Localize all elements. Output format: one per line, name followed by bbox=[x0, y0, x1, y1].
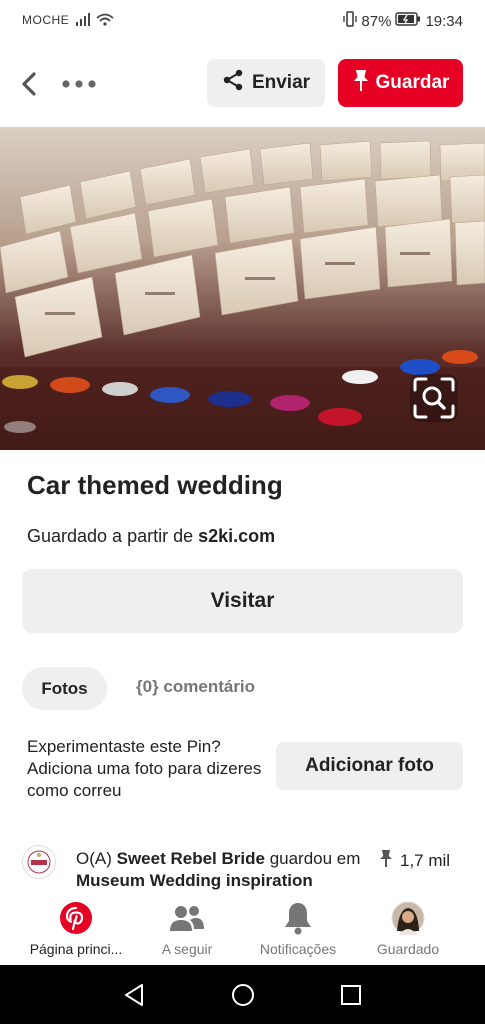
visit-button[interactable]: Visitar bbox=[22, 569, 463, 633]
add-photo-button[interactable]: Adicionar foto bbox=[276, 742, 463, 790]
saved-by-info: O(A) Sweet Rebel Bride guardou em Museum… bbox=[76, 848, 376, 892]
saver-avatar[interactable] bbox=[22, 845, 56, 879]
visual-search-icon[interactable] bbox=[410, 374, 458, 422]
system-home-icon[interactable] bbox=[230, 982, 256, 1008]
pin-source-link[interactable]: s2ki.com bbox=[198, 526, 275, 546]
pinterest-logo-icon bbox=[59, 899, 93, 937]
nav-saved-label: Guardado bbox=[376, 941, 440, 957]
nav-home-label: Página princi... bbox=[29, 941, 123, 957]
save-count: 1,7 mil bbox=[378, 848, 450, 873]
nav-notifications-label: Notificações bbox=[259, 941, 337, 957]
bell-icon bbox=[284, 899, 312, 937]
profile-avatar bbox=[391, 899, 425, 937]
system-navigation-bar bbox=[0, 965, 485, 1024]
saved-by-middle: guardou em bbox=[269, 849, 361, 868]
pin-source-prefix: Guardado a partir de bbox=[27, 526, 194, 546]
signal-icon bbox=[75, 12, 115, 31]
nav-following[interactable]: A seguir bbox=[127, 893, 247, 965]
nav-following-label: A seguir bbox=[161, 941, 213, 957]
more-options-icon[interactable] bbox=[60, 70, 98, 98]
pushpin-icon bbox=[352, 68, 370, 98]
system-recents-icon[interactable] bbox=[338, 982, 364, 1008]
save-count-value: 1,7 mil bbox=[400, 850, 451, 870]
tab-photos[interactable]: Fotos bbox=[22, 667, 107, 710]
back-arrow-icon[interactable] bbox=[18, 70, 42, 98]
pin-title: Car themed wedding bbox=[27, 470, 283, 500]
saver-name[interactable]: Sweet Rebel Bride bbox=[117, 849, 265, 868]
nav-notifications[interactable]: Notificações bbox=[238, 893, 358, 965]
tab-comments[interactable]: {0} comentário bbox=[136, 677, 255, 697]
try-pin-prompt: Experimentaste este Pin? Adiciona uma fo… bbox=[27, 737, 262, 800]
board-name[interactable]: Museum Wedding inspiration bbox=[76, 871, 313, 890]
carrier-name: MOCHE bbox=[22, 13, 70, 27]
pin-header: Enviar Guardar bbox=[0, 58, 485, 110]
system-back-icon[interactable] bbox=[122, 982, 148, 1008]
battery-percent: 87% bbox=[361, 12, 392, 30]
nav-home[interactable]: Página princi... bbox=[16, 893, 136, 965]
save-button-label: Guardar bbox=[375, 72, 450, 93]
send-button[interactable]: Enviar bbox=[207, 59, 325, 107]
pin-source: Guardado a partir de s2ki.com bbox=[27, 526, 275, 547]
save-button[interactable]: Guardar bbox=[338, 59, 463, 107]
share-icon bbox=[222, 69, 244, 97]
vibrate-icon bbox=[343, 11, 358, 31]
saved-by-prefix: O(A) bbox=[76, 849, 112, 868]
pushpin-icon bbox=[378, 848, 394, 873]
clock: 19:34 bbox=[425, 12, 463, 30]
status-bar: MOCHE 87% 19:34 bbox=[0, 0, 485, 40]
nav-saved[interactable]: Guardado bbox=[348, 893, 468, 965]
send-button-label: Enviar bbox=[251, 72, 311, 93]
battery-icon bbox=[395, 12, 421, 30]
bottom-navigation: Página princi... A seguir Notificações G… bbox=[0, 893, 485, 965]
people-icon bbox=[170, 899, 204, 937]
